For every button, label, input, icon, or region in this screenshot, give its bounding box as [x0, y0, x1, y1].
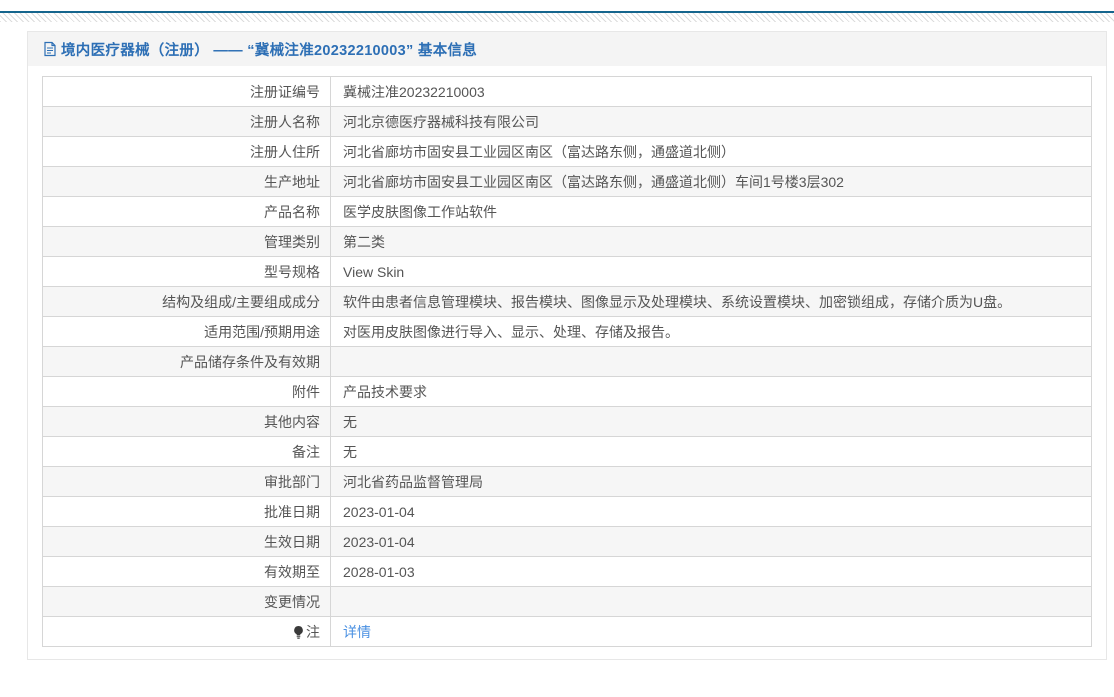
row-value: 河北京德医疗器械科技有限公司 — [330, 106, 1092, 137]
table-row: 型号规格 View Skin — [42, 256, 1092, 287]
row-label: 产品储存条件及有效期 — [42, 346, 331, 377]
table-row: 生产地址 河北省廊坊市固安县工业园区南区（富达路东侧，通盛道北侧）车间1号楼3层3… — [42, 166, 1092, 197]
row-value: 2023-01-04 — [330, 526, 1092, 557]
detail-link[interactable]: 详情 — [343, 624, 371, 640]
row-label: 变更情况 — [42, 586, 331, 617]
row-label: 型号规格 — [42, 256, 331, 287]
table-row: 产品名称 医学皮肤图像工作站软件 — [42, 196, 1092, 227]
row-label: 注册人名称 — [42, 106, 331, 137]
table-row: 适用范围/预期用途 对医用皮肤图像进行导入、显示、处理、存储及报告。 — [42, 316, 1092, 347]
row-value: 无 — [330, 406, 1092, 437]
table-row: 产品储存条件及有效期 — [42, 346, 1092, 377]
row-value: 河北省廊坊市固安县工业园区南区（富达路东侧，通盛道北侧） — [330, 136, 1092, 167]
table-row: 变更情况 — [42, 586, 1092, 617]
row-label: 其他内容 — [42, 406, 331, 437]
row-label: 备注 — [42, 436, 331, 467]
row-value: 软件由患者信息管理模块、报告模块、图像显示及处理模块、系统设置模块、加密锁组成，… — [330, 286, 1092, 317]
page-title: 境内医疗器械（注册） —— “冀械注准20232210003” 基本信息 — [61, 42, 478, 59]
row-value: 2023-01-04 — [330, 496, 1092, 527]
table-row: 审批部门 河北省药品监督管理局 — [42, 466, 1092, 497]
registration-info-table: 注册证编号 冀械注准20232210003 注册人名称 河北京德医疗器械科技有限公司注… — [42, 76, 1092, 647]
table-row: 注册证编号 冀械注准20232210003 — [42, 76, 1092, 107]
row-label: 附件 — [42, 376, 331, 407]
table-row: 批准日期 2023-01-04 — [42, 496, 1092, 527]
row-value: 2028-01-03 — [330, 556, 1092, 587]
row-label: 产品名称 — [42, 196, 331, 227]
row-label: 注册人住所 — [42, 136, 331, 167]
page-title-bar: 境内医疗器械（注册） —— “冀械注准20232210003” 基本信息 — [28, 32, 1106, 66]
table-row: 备注无 — [42, 436, 1092, 467]
table-row: 附件 产品技术要求 — [42, 376, 1092, 407]
table-row: 有效期至 2028-01-03 — [42, 556, 1092, 587]
row-value: 第二类 — [330, 226, 1092, 257]
row-label-text: 注 — [306, 623, 320, 640]
row-label: 结构及组成/主要组成成分 — [42, 286, 331, 317]
table-row: 注 详情 — [42, 616, 1092, 647]
row-label: 生产地址 — [42, 166, 331, 197]
table-row: 管理类别 第二类 — [42, 226, 1092, 257]
document-icon — [43, 41, 57, 57]
table-row: 其他内容无 — [42, 406, 1092, 437]
row-label: 管理类别 — [42, 226, 331, 257]
row-label: 注 — [42, 616, 331, 647]
table-row: 注册人住所 河北省廊坊市固安县工业园区南区（富达路东侧，通盛道北侧） — [42, 136, 1092, 167]
table-row: 生效日期 2023-01-04 — [42, 526, 1092, 557]
row-value: 无 — [330, 436, 1092, 467]
row-label: 审批部门 — [42, 466, 331, 497]
row-label: 有效期至 — [42, 556, 331, 587]
row-value — [330, 346, 1092, 377]
row-value: 河北省药品监督管理局 — [330, 466, 1092, 497]
hatch-band — [0, 13, 1114, 22]
row-label: 适用范围/预期用途 — [42, 316, 331, 347]
row-label: 生效日期 — [42, 526, 331, 557]
row-value — [330, 586, 1092, 617]
row-value: 医学皮肤图像工作站软件 — [330, 196, 1092, 227]
registration-detail-panel: 境内医疗器械（注册） —— “冀械注准20232210003” 基本信息 注册证… — [27, 31, 1107, 660]
table-row: 注册人名称 河北京德医疗器械科技有限公司 — [42, 106, 1092, 137]
row-value: 详情 — [330, 616, 1092, 647]
row-value: 河北省廊坊市固安县工业园区南区（富达路东侧，通盛道北侧）车间1号楼3层302 — [330, 166, 1092, 197]
row-value: 产品技术要求 — [330, 376, 1092, 407]
row-value: View Skin — [330, 256, 1092, 287]
table-row: 结构及组成/主要组成成分 软件由患者信息管理模块、报告模块、图像显示及处理模块、系… — [42, 286, 1092, 317]
row-value: 冀械注准20232210003 — [330, 76, 1092, 107]
row-label: 注册证编号 — [42, 76, 331, 107]
row-label: 批准日期 — [42, 496, 331, 527]
row-value: 对医用皮肤图像进行导入、显示、处理、存储及报告。 — [330, 316, 1092, 347]
